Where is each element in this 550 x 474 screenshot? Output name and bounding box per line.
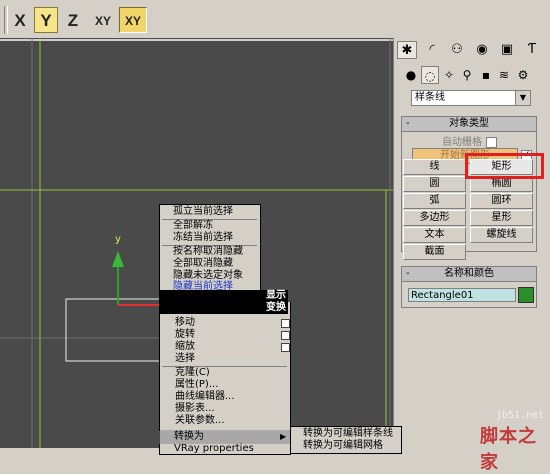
- object-type-rollout: - 对象类型 自动栅格 开始新图形 ✓ 线 矩形 圆 椭圆 弧 圆环 多边形 星…: [401, 116, 537, 260]
- submenu-arrow-icon: ▶: [280, 432, 287, 441]
- display-tab-icon[interactable]: ▣: [497, 41, 517, 59]
- axis-x-button[interactable]: X: [9, 7, 31, 33]
- axis-constraints-toolbar: X Y Z XY XY: [0, 0, 550, 38]
- unhide-by-name-item[interactable]: 按名称取消隐藏: [173, 246, 243, 258]
- scale-settings-icon[interactable]: [281, 343, 290, 352]
- ngon-button[interactable]: 多边形: [403, 210, 466, 226]
- section-button[interactable]: 截面: [403, 244, 466, 260]
- wire-parameters-item[interactable]: 关联参数...: [175, 415, 225, 427]
- move-item[interactable]: 移动: [175, 317, 195, 329]
- create-category-row: ● ◌ ✧ ⚲ ▪ ≋ ⚙: [394, 64, 550, 86]
- dope-sheet-item[interactable]: 摄影表...: [175, 403, 215, 415]
- spacewarps-icon[interactable]: ≋: [495, 66, 513, 84]
- shape-category-dropdown[interactable]: 样条线 ▼: [411, 90, 531, 106]
- systems-icon[interactable]: ⚙: [514, 66, 532, 84]
- command-panel: ✱ ◜ ⚇ ◉ ▣ Ƭ ● ◌ ✧ ⚲ ▪ ≋ ⚙ 样条线 ▼ - 对象类型 自…: [393, 38, 550, 448]
- unhide-all-item[interactable]: 全部取消隐藏: [173, 258, 233, 270]
- helpers-icon[interactable]: ▪: [477, 66, 495, 84]
- object-color-swatch[interactable]: [518, 287, 534, 303]
- transform-quadrant: 变换 移动 旋转 缩放 选择 克隆(C) 属性(P)... 曲线编辑器... 摄…: [159, 302, 291, 431]
- circle-button[interactable]: 圆: [403, 176, 466, 192]
- convert-to-editable-mesh-item[interactable]: 转换为可编辑网格: [303, 440, 383, 452]
- lights-icon[interactable]: ✧: [440, 66, 458, 84]
- toolbar-separator: [4, 6, 8, 34]
- transform-header: 变换: [160, 302, 288, 314]
- object-name-field[interactable]: Rectangle01: [408, 288, 516, 302]
- unfreeze-all-item[interactable]: 全部解冻: [173, 220, 213, 232]
- rectangle-shape[interactable]: [65, 298, 165, 362]
- convert-to-item[interactable]: 转换为 ▶: [160, 430, 290, 444]
- display-header: 显示: [159, 290, 288, 302]
- hierarchy-tab-icon[interactable]: ⚇: [447, 41, 467, 59]
- watermark-logo-text: 脚本之家: [480, 426, 537, 473]
- chevron-down-icon[interactable]: ▼: [515, 91, 530, 105]
- arc-button[interactable]: 弧: [403, 193, 466, 209]
- motion-tab-icon[interactable]: ◉: [472, 41, 492, 59]
- line-button[interactable]: 线: [403, 159, 466, 175]
- rotate-settings-icon[interactable]: [281, 331, 290, 340]
- create-tab-icon[interactable]: ✱: [397, 41, 417, 59]
- select-item[interactable]: 选择: [175, 353, 195, 365]
- object-type-header[interactable]: - 对象类型: [402, 117, 536, 132]
- axis-xy-flyout-button[interactable]: XY: [119, 7, 147, 33]
- text-button[interactable]: 文本: [403, 227, 466, 243]
- move-settings-icon[interactable]: [281, 319, 290, 328]
- donut-button[interactable]: 圆环: [470, 193, 533, 209]
- display-quadrant: 孤立当前选择 全部解冻 冻结当前选择 按名称取消隐藏 全部取消隐藏 隐藏未选定对…: [159, 204, 261, 292]
- shape-category-value: 样条线: [415, 92, 445, 103]
- rectangle-highlight-box: [465, 153, 544, 179]
- autogrid-checkbox[interactable]: 自动栅格: [442, 133, 497, 148]
- curve-editor-item[interactable]: 曲线编辑器...: [175, 391, 235, 403]
- scale-item[interactable]: 缩放: [175, 341, 195, 353]
- helix-button[interactable]: 螺旋线: [470, 227, 533, 243]
- y-axis-label: y: [115, 234, 121, 245]
- freeze-selection-item[interactable]: 冻结当前选择: [173, 232, 233, 244]
- axis-xy-button[interactable]: XY: [90, 7, 116, 33]
- shapes-icon[interactable]: ◌: [421, 66, 439, 84]
- convert-submenu: 转换为可编辑样条线 转换为可编辑网格: [290, 426, 402, 454]
- geometry-icon[interactable]: ●: [402, 66, 420, 84]
- command-panel-tabs: ✱ ◜ ⚇ ◉ ▣ Ƭ: [394, 38, 550, 62]
- watermark-url: jb51.net: [496, 410, 545, 421]
- axis-y-button[interactable]: Y: [34, 7, 58, 33]
- convert-to-editable-spline-item[interactable]: 转换为可编辑样条线: [303, 428, 393, 440]
- isolate-selection-item[interactable]: 孤立当前选择: [173, 206, 233, 218]
- axis-z-button[interactable]: Z: [62, 7, 84, 33]
- clone-item[interactable]: 克隆(C): [175, 367, 210, 379]
- properties-item[interactable]: 属性(P)...: [175, 379, 218, 391]
- name-color-rollout: - 名称和颜色 Rectangle01: [401, 266, 537, 308]
- star-button[interactable]: 星形: [470, 210, 533, 226]
- name-color-header[interactable]: - 名称和颜色: [402, 267, 536, 282]
- vray-properties-item[interactable]: VRay properties: [159, 443, 291, 455]
- cameras-icon[interactable]: ⚲: [458, 66, 476, 84]
- rotate-item[interactable]: 旋转: [175, 329, 195, 341]
- modify-tab-icon[interactable]: ◜: [422, 41, 442, 59]
- utilities-tab-icon[interactable]: Ƭ: [522, 41, 542, 59]
